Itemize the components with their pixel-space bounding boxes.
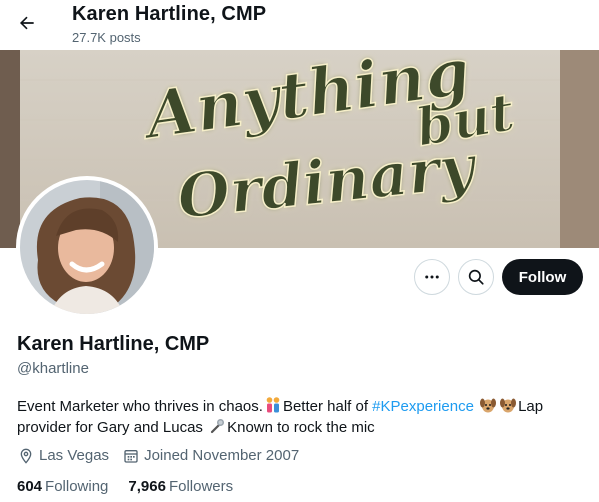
location-pin-icon — [20, 448, 32, 464]
join-date: Joined November 2007 — [123, 447, 299, 464]
profile-stats: 604 Following 7,966 Followers — [17, 478, 253, 495]
bio-text: provider for Gary and Lucas — [17, 419, 208, 436]
microphone-emoji-icon — [210, 419, 225, 434]
join-date-text: Joined November 2007 — [144, 447, 300, 464]
follow-button[interactable]: Follow — [502, 259, 583, 295]
location-text: Las Vegas — [39, 447, 110, 464]
followers-link[interactable]: 7,966 Followers — [128, 478, 233, 495]
profile-handle: @khartline — [17, 360, 89, 377]
hashtag-link[interactable]: #KPexperience — [372, 398, 474, 415]
bio-text: Better half of — [282, 398, 373, 415]
profile-display-name: Karen Hartline, CMP — [17, 333, 210, 355]
search-profile-button[interactable] — [458, 259, 494, 295]
back-button[interactable] — [10, 6, 44, 40]
bio-text: Lap — [518, 398, 544, 415]
location: Las Vegas — [18, 447, 109, 464]
couple-emoji-icon — [266, 397, 280, 413]
bio-text: Known to rock the mic — [227, 419, 375, 436]
profile-bio: Event Marketer who thrives in chaos. Bet… — [17, 396, 587, 438]
profile-header-bar: Karen Hartline, CMP 27.7K posts — [0, 0, 599, 50]
following-link[interactable]: 604 Following — [17, 478, 108, 495]
arrow-left-icon — [19, 16, 34, 30]
more-options-button[interactable] — [414, 259, 450, 295]
avatar-photo — [20, 180, 154, 314]
profile-meta: Las Vegas Joined November 2007 — [18, 447, 299, 464]
posts-count: 27.7K posts — [72, 30, 141, 45]
dog-face-emoji-icon — [500, 398, 517, 413]
more-horizontal-icon — [425, 275, 439, 279]
bio-text: Event Marketer who thrives in chaos. — [17, 398, 263, 415]
dog-face-emoji-icon — [480, 398, 497, 413]
search-icon — [468, 269, 484, 285]
header-title: Karen Hartline, CMP — [72, 3, 267, 25]
following-count: 604 — [17, 478, 43, 495]
followers-count: 7,966 — [128, 478, 166, 495]
following-label: Following — [45, 478, 109, 495]
followers-label: Followers — [168, 478, 234, 495]
profile-avatar[interactable] — [16, 176, 158, 318]
calendar-icon — [124, 449, 138, 463]
